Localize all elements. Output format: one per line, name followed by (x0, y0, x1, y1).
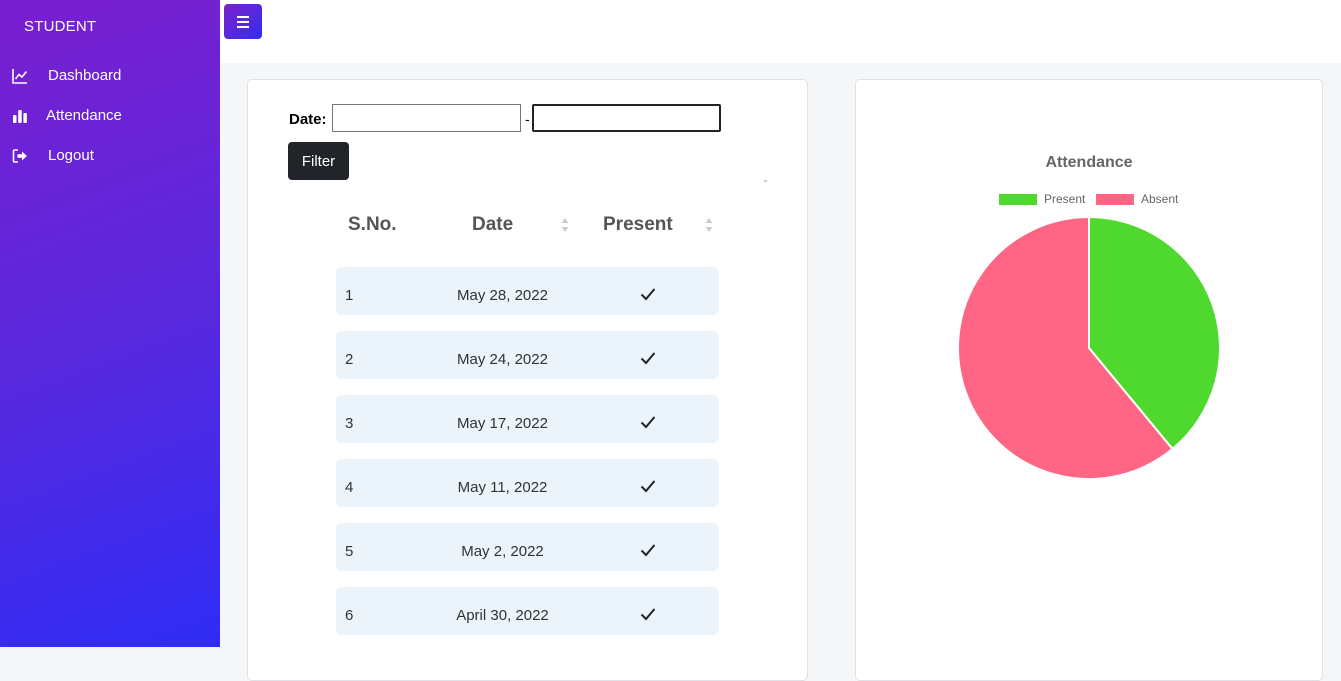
sidebar-item-dashboard[interactable]: Dashboard (0, 60, 220, 92)
table-row: 3 May 17, 2022 (336, 395, 719, 443)
sidebar-item-label: Attendance (46, 107, 122, 124)
sidebar: STUDENT Dashboard Attendance Logout (0, 0, 220, 647)
logout-icon (12, 149, 27, 163)
row-date: May 11, 2022 (457, 479, 548, 496)
divider (764, 180, 767, 182)
hamburger-icon-line (237, 21, 249, 23)
attendance-chart-card: Attendance Present Absent (855, 79, 1323, 681)
sort-icon[interactable] (705, 217, 713, 233)
row-date: April 30, 2022 (456, 607, 549, 624)
sort-icon[interactable] (561, 217, 569, 233)
bar-chart-icon (13, 110, 27, 123)
check-icon (640, 608, 656, 621)
hamburger-icon-line (237, 26, 249, 28)
column-header-sno: S.No. (348, 214, 397, 235)
check-icon (640, 288, 656, 301)
pie-chart (957, 215, 1221, 480)
row-date: May 2, 2022 (461, 543, 544, 560)
row-date: May 24, 2022 (457, 351, 548, 368)
brand-title: STUDENT (24, 18, 97, 35)
attendance-table-card: Date: - Filter S.No. Date Present 1 May … (247, 79, 808, 681)
date-filter-label: Date: (289, 111, 327, 128)
table-row: 1 May 28, 2022 (336, 267, 719, 315)
table-row: 5 May 2, 2022 (336, 523, 719, 571)
date-to-input[interactable] (532, 104, 721, 132)
check-icon (640, 352, 656, 365)
line-chart-icon (12, 69, 28, 84)
date-from-input[interactable] (332, 104, 521, 132)
sidebar-item-label: Dashboard (48, 67, 122, 84)
sidebar-item-logout[interactable]: Logout (0, 140, 220, 172)
column-header-present[interactable]: Present (603, 214, 673, 236)
check-icon (640, 480, 656, 493)
row-date: May 28, 2022 (457, 287, 548, 304)
sidebar-item-attendance[interactable]: Attendance (0, 100, 220, 132)
table-row: 2 May 24, 2022 (336, 331, 719, 379)
date-separator: - (525, 111, 530, 127)
table-row: 4 May 11, 2022 (336, 459, 719, 507)
column-header-date[interactable]: Date (472, 214, 513, 236)
check-icon (640, 544, 656, 557)
row-date: May 17, 2022 (457, 415, 548, 432)
menu-toggle-button[interactable] (224, 4, 262, 39)
top-bar (220, 0, 1341, 63)
hamburger-icon (237, 16, 249, 18)
table-row: 6 April 30, 2022 (336, 587, 719, 635)
filter-button[interactable]: Filter (288, 142, 349, 180)
check-icon (640, 416, 656, 429)
sidebar-item-label: Logout (48, 147, 94, 164)
